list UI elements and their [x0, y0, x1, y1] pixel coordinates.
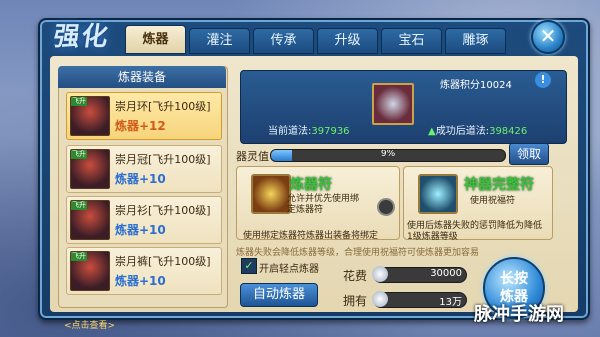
equipment-robe-icon: 飞升: [70, 200, 110, 240]
protect-talisman-desc: 使用祝福符: [470, 196, 516, 206]
after-power: ▲成功后道法:398426: [428, 126, 528, 137]
tab-infuse[interactable]: 灌注: [189, 28, 250, 54]
equipment-item[interactable]: 飞升 崇月环[飞升100级] 炼器+12: [66, 92, 222, 140]
view-hint[interactable]: <点击查看>: [64, 318, 115, 331]
spirit-stone-icon: [372, 291, 388, 307]
equipment-name: 崇月裤[飞升100级]: [115, 255, 211, 268]
spirit-percent: 9%: [380, 149, 396, 159]
refine-score: 炼器积分10024: [440, 80, 512, 91]
close-icon[interactable]: ✕: [531, 20, 565, 54]
protect-talisman-note2: 1级炼器等级: [407, 232, 458, 242]
refine-talisman-title: 炼器符: [290, 177, 332, 193]
own-label: 拥有: [343, 294, 368, 308]
protect-talisman-title: 神器完整符: [464, 177, 534, 193]
tab-bar: 炼器 灌注 传承 升级 宝石 雕琢: [125, 25, 506, 54]
equipment-item[interactable]: 飞升 崇月衫[飞升100级] 炼器+10: [66, 196, 222, 244]
window-title: 强化: [51, 22, 112, 52]
equipment-item[interactable]: 飞升 崇月裤[飞升100级] 炼器+10: [66, 247, 222, 295]
equipment-level: 炼器+10: [115, 172, 166, 186]
own-value: 13万: [439, 297, 462, 308]
equipment-ring-icon: 飞升: [70, 96, 110, 136]
equipment-name: 崇月冠[飞升100级]: [115, 153, 211, 166]
equipment-panel-title: 炼器装备: [58, 66, 226, 88]
cost-field: 30000: [372, 266, 467, 283]
equipment-level: 炼器+10: [115, 274, 166, 288]
cost-label: 花费: [343, 269, 368, 283]
tab-carve[interactable]: 雕琢: [445, 28, 506, 54]
cost-value: 30000: [430, 268, 462, 279]
claim-button[interactable]: 领取: [509, 143, 549, 165]
tab-inherit[interactable]: 传承: [253, 28, 314, 54]
selected-equipment-icon: [372, 83, 414, 125]
current-power: 当前道法:397936: [268, 126, 350, 137]
blessing-icon: [418, 174, 458, 214]
auto-refine-button[interactable]: 自动炼器: [240, 283, 318, 307]
tap-refine-checkbox[interactable]: ✓: [241, 258, 257, 274]
spirit-label: 器灵值: [236, 150, 269, 163]
equipment-name: 崇月环[飞升100级]: [115, 100, 211, 113]
refine-talisman-note: 使用绑定炼器符炼器出装备将绑定: [243, 231, 379, 241]
spirit-progress: 9%: [270, 149, 506, 162]
equipment-helm-icon: 飞升: [70, 149, 110, 189]
refine-talisman-toggle[interactable]: [377, 198, 395, 216]
tab-refine[interactable]: 炼器: [125, 25, 186, 54]
info-icon[interactable]: !: [535, 72, 551, 88]
refine-talisman-desc: 允许并优先使用绑定炼器符: [287, 194, 360, 215]
tab-gem[interactable]: 宝石: [381, 28, 442, 54]
tab-upgrade[interactable]: 升级: [317, 28, 378, 54]
equipment-item[interactable]: 飞升 崇月冠[飞升100级] 炼器+10: [66, 145, 222, 193]
tap-refine-label: 开启轻点炼器: [259, 264, 319, 275]
own-field: 13万: [372, 291, 467, 308]
equipment-name: 崇月衫[飞升100级]: [115, 204, 211, 217]
equipment-level: 炼器+10: [115, 223, 166, 237]
spirit-stone-icon: [372, 266, 388, 282]
equipment-pants-icon: 飞升: [70, 251, 110, 291]
refine-warning: 炼器失败会降低炼器等级，合理使用祝福符可使炼器更加容易: [236, 248, 480, 258]
watermark: 脉冲手游网: [474, 304, 564, 325]
equipment-level: 炼器+12: [115, 119, 166, 133]
talisman-icon: [251, 174, 291, 214]
